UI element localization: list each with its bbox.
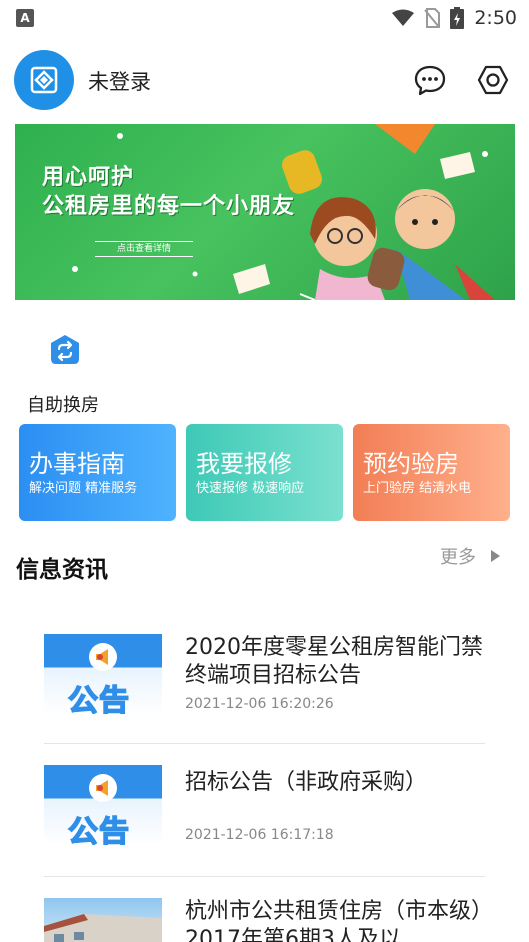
banner-headline-1: 用心呵护 <box>42 165 135 190</box>
megaphone-icon <box>89 643 117 671</box>
self-swap-label[interactable]: 自助换房 <box>27 391 99 417</box>
notice-thumb-text: 公告 <box>67 683 130 714</box>
battery-icon <box>450 7 465 29</box>
banner-cta[interactable]: 点击查看详情 <box>95 241 193 257</box>
megaphone-icon <box>89 774 117 802</box>
guide-card-title: 办事指南 <box>29 450 125 478</box>
divider <box>44 743 485 744</box>
self-swap-button[interactable] <box>48 333 82 367</box>
news-item[interactable]: 公告 招标公告（非政府采购） 2021-12-06 16:17:18 <box>44 765 485 855</box>
wifi-icon <box>392 9 415 26</box>
news-photo-thumbnail <box>44 898 162 942</box>
banner-headline-2: 公租房里的每一个小朋友 <box>42 194 296 219</box>
hexagon-settings-icon <box>477 65 509 95</box>
app-logo[interactable] <box>14 50 74 110</box>
message-button[interactable] <box>412 62 448 98</box>
settings-button[interactable] <box>475 62 511 98</box>
inspection-card-subtitle: 上门验房 结清水电 <box>363 481 472 496</box>
no-sim-icon <box>424 8 441 28</box>
repair-card-title: 我要报修 <box>196 450 292 478</box>
guide-card-subtitle: 解决问题 精准服务 <box>29 481 138 496</box>
news-item[interactable]: 公告 2020年度零星公租房智能门禁终端项目招标公告 2021-12-06 16… <box>44 634 485 724</box>
news-title: 2020年度零星公租房智能门禁终端项目招标公告 <box>185 635 483 688</box>
logo-icon <box>30 66 58 94</box>
news-thumbnail: 公告 <box>44 765 162 845</box>
more-label: 更多 <box>440 547 476 568</box>
app-notification-icon: A <box>16 9 34 27</box>
status-icons: 2:50 <box>392 6 517 30</box>
news-section-title: 信息资讯 <box>16 557 108 583</box>
clock: 2:50 <box>474 7 517 29</box>
swap-icon <box>51 335 79 364</box>
chat-bubble-icon <box>414 65 446 96</box>
inspection-card[interactable]: 预约验房 上门验房 结清水电 <box>353 424 510 521</box>
app-header: 未登录 <box>0 48 529 112</box>
chevron-right-icon <box>491 550 500 562</box>
building-photo <box>44 914 162 942</box>
status-bar: A 2:50 <box>0 0 529 36</box>
promo-banner[interactable]: 用心呵护 公租房里的每一个小朋友 点击查看详情 <box>15 124 515 300</box>
repair-card[interactable]: 我要报修 快速报修 极速响应 <box>186 424 343 521</box>
divider <box>44 876 485 877</box>
news-thumbnail: 公告 <box>44 634 162 714</box>
guide-card[interactable]: 办事指南 解决问题 精准服务 <box>19 424 176 521</box>
inspection-card-title: 预约验房 <box>363 450 459 478</box>
login-status[interactable]: 未登录 <box>88 66 151 96</box>
more-news-link[interactable]: 更多 <box>440 543 500 569</box>
repair-card-subtitle: 快速报修 极速响应 <box>196 481 305 496</box>
news-item[interactable]: 杭州市公共租赁住房（市本级）2017年第6期3人及以 <box>44 898 485 942</box>
news-date: 2021-12-06 16:17:18 <box>185 827 334 843</box>
notice-thumb-text: 公告 <box>67 814 130 845</box>
news-title: 招标公告（非政府采购） <box>185 770 428 795</box>
news-date: 2021-12-06 16:20:26 <box>185 696 334 712</box>
news-title: 杭州市公共租赁住房（市本级）2017年第6期3人及以 <box>185 899 483 942</box>
